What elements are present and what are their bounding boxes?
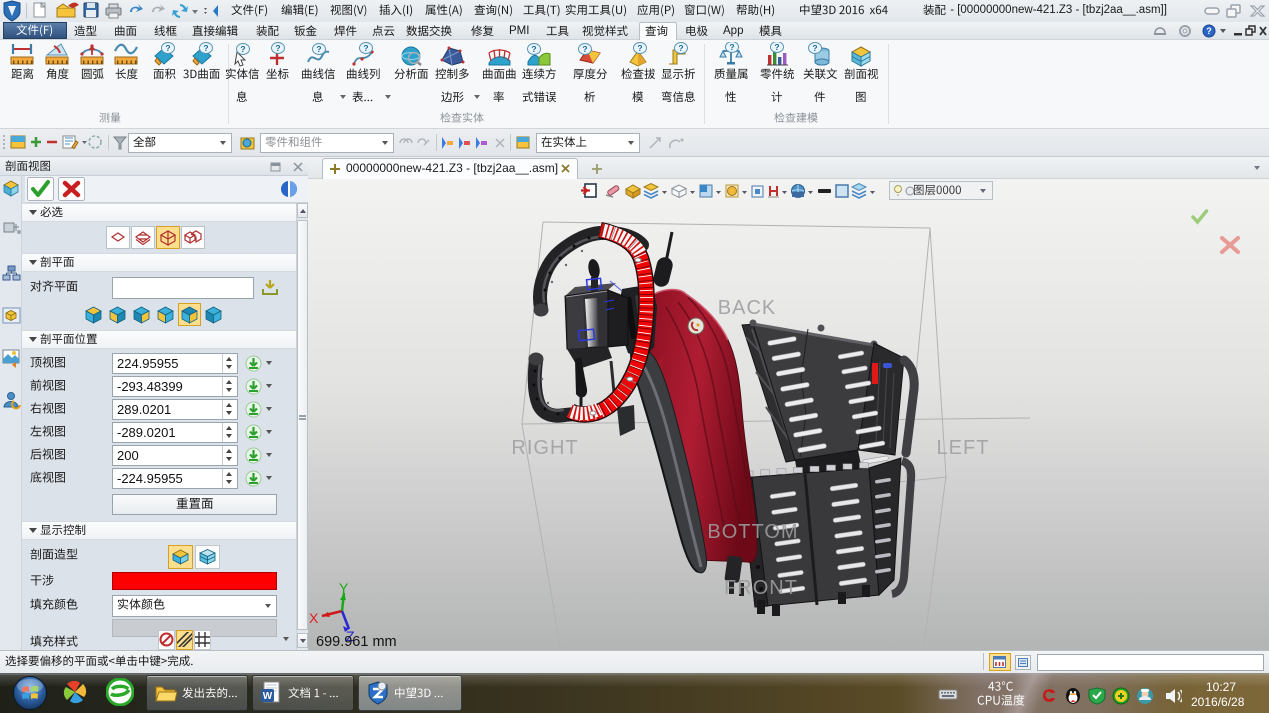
svg-text:?: ? xyxy=(582,44,587,54)
svg-text:?: ? xyxy=(637,43,642,53)
svg-text:?: ? xyxy=(531,44,536,54)
svg-text:?: ? xyxy=(1206,26,1212,36)
svg-text:?: ? xyxy=(774,42,779,52)
svg-text:?: ? xyxy=(275,43,280,53)
svg-text:?: ? xyxy=(812,43,817,53)
svg-text:LEFT: LEFT xyxy=(937,437,990,459)
svg-text:RIGHT: RIGHT xyxy=(511,437,578,459)
svg-text:?: ? xyxy=(316,44,321,54)
svg-text:?: ? xyxy=(678,43,683,53)
svg-text:?: ? xyxy=(165,43,170,53)
svg-text:BACK: BACK xyxy=(718,297,776,319)
svg-text:?: ? xyxy=(363,43,368,53)
svg-text:W: W xyxy=(263,691,273,702)
svg-text:?: ? xyxy=(203,43,208,53)
svg-text:699.961 mm: 699.961 mm xyxy=(316,634,397,650)
svg-text:Y: Y xyxy=(339,580,349,596)
svg-text:X: X xyxy=(309,610,319,626)
svg-text:?: ? xyxy=(240,44,245,54)
svg-text:FRONT: FRONT xyxy=(724,577,798,599)
svg-text:BOTTOM: BOTTOM xyxy=(707,521,798,543)
svg-text:?: ? xyxy=(729,42,734,52)
